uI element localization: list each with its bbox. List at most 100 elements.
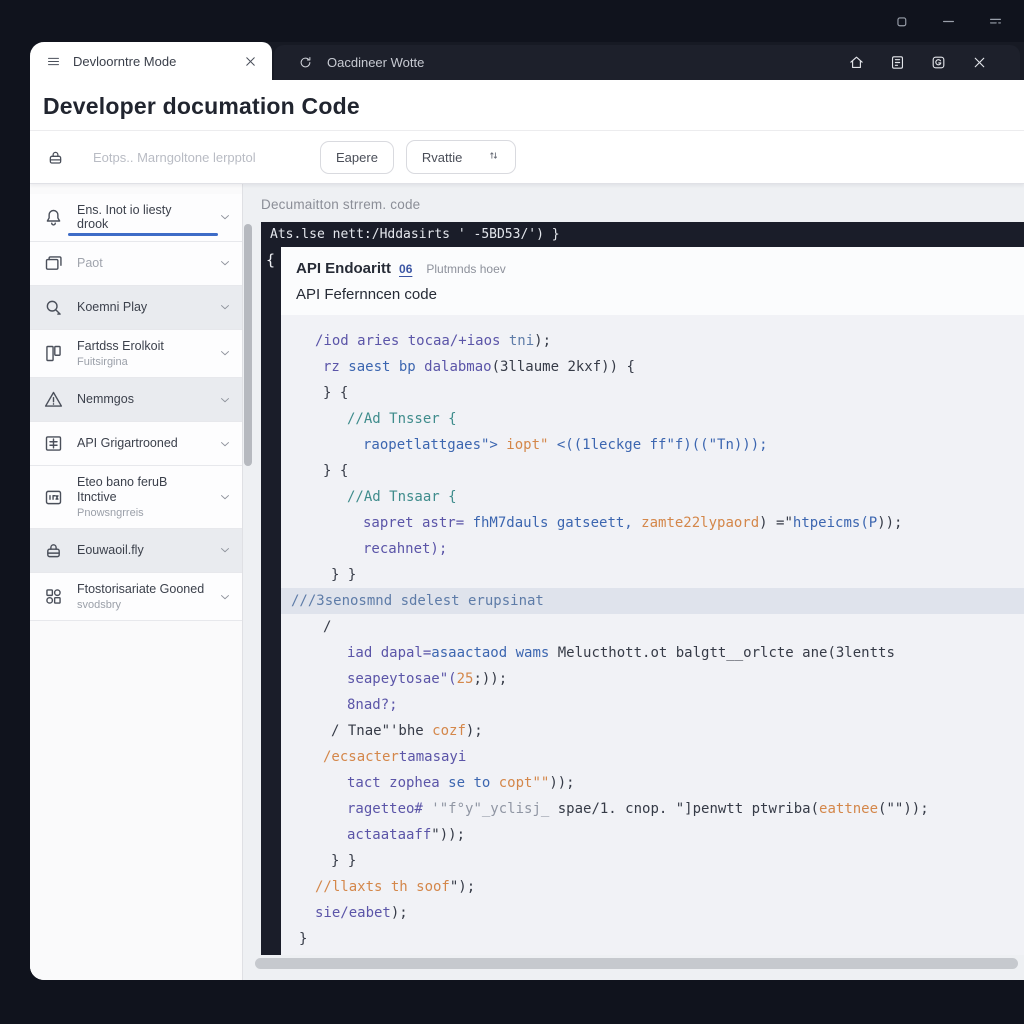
sidebar-item-sublabel: Pnowsngrreis xyxy=(77,507,205,519)
bell-icon xyxy=(43,207,64,228)
code-card-header: API Endoaritt 06 Plutmnds hoev API Fefer… xyxy=(281,247,1024,315)
app-window: Devloorntre Mode Oacdineer Wotte Develop… xyxy=(30,42,1024,980)
code-line: } { xyxy=(281,380,1024,406)
endpoint-title: API Endoaritt xyxy=(296,260,391,277)
chevron-down-icon[interactable] xyxy=(218,300,232,314)
code-line: actaataaff")); xyxy=(281,822,1024,848)
sidebar-item[interactable]: Ens. Inot io liesty drook xyxy=(30,194,242,242)
minimize-icon[interactable] xyxy=(940,13,957,30)
code-line: 8nad?; xyxy=(281,692,1024,718)
export-button[interactable]: Eapere xyxy=(320,141,394,174)
lock-icon xyxy=(43,540,64,561)
search-icon xyxy=(43,297,64,318)
sidebar-item-sublabel: Fuitsirgina xyxy=(77,356,164,368)
window-menu-icon[interactable] xyxy=(987,13,1004,30)
sidebar-item-label: Eouwaoil.fly xyxy=(77,543,144,557)
code-body[interactable]: /iod aries tocaa/+iaos tni);rz saest bp … xyxy=(281,315,1024,955)
endpoint-line: API Endoaritt 06 Plutmnds hoev xyxy=(296,260,1024,277)
code-line: / xyxy=(281,614,1024,640)
code-line: ragetteo# '"f°y"_yclisj_ spae/1. cnop. "… xyxy=(281,796,1024,822)
tab-close-icon[interactable] xyxy=(243,54,258,69)
tab-active[interactable]: Devloorntre Mode xyxy=(30,42,272,80)
code-line: /ecsactertamasayi xyxy=(281,744,1024,770)
layers-icon xyxy=(43,253,64,274)
code-line: } } xyxy=(281,562,1024,588)
code-line: / Tnae"'bhe cozf); xyxy=(281,718,1024,744)
content-area: Ens. Inot io liesty drook Paot Koemni Play… xyxy=(30,184,1024,980)
endpoint-badge-link[interactable]: 06 xyxy=(399,262,418,276)
squares-icon xyxy=(43,586,64,607)
tab-bar: Devloorntre Mode Oacdineer Wotte xyxy=(30,42,1024,80)
code-line: /iod aries tocaa/+iaos tni); xyxy=(281,328,1024,354)
code-line: tact zophea se to copt"")); xyxy=(281,770,1024,796)
g-extension-icon[interactable] xyxy=(930,54,947,71)
sidebar-item-sublabel: svodsbry xyxy=(77,599,204,611)
chevron-down-icon[interactable] xyxy=(218,543,232,557)
code-path-bar: Ats.lse nett:/Hddasirts ' -5BD53/') } xyxy=(261,222,1024,247)
boxes-icon xyxy=(43,343,64,364)
panel-icon[interactable] xyxy=(889,54,906,71)
code-line: //llaxts th soof"); xyxy=(281,874,1024,900)
tabbar-actions xyxy=(848,54,1006,71)
chevron-down-icon[interactable] xyxy=(218,437,232,451)
section-title: Decumaitton strrem. code xyxy=(261,197,1024,212)
window-titlebar xyxy=(0,0,1024,42)
sidebar-item-label: Ftostorisariate Gooned xyxy=(77,582,204,596)
chevron-down-icon[interactable] xyxy=(218,590,232,604)
sidebar-item[interactable]: API Grigartrooned xyxy=(30,422,242,466)
sidebar-item-label: Eteo bano feruB Itnctive xyxy=(77,475,205,504)
hamburger-menu-icon[interactable] xyxy=(46,54,61,69)
sidebar-item[interactable]: Paot xyxy=(30,242,242,286)
code-line: sie/eabet); xyxy=(281,900,1024,926)
chevron-down-icon[interactable] xyxy=(218,256,232,270)
code-line: iad dapal=asaactaod wams Melucthott.ot b… xyxy=(281,640,1024,666)
code-line: seapeytosae"(25;)); xyxy=(281,666,1024,692)
restore-window-icon[interactable] xyxy=(893,13,910,30)
code-line: rz saest bp dalabmao(3llaume 2kxf)) { xyxy=(281,354,1024,380)
sidebar-item[interactable]: Eouwaoil.fly xyxy=(30,529,242,573)
lock-icon xyxy=(46,148,65,167)
endpoint-note: Plutmnds hoev xyxy=(426,262,505,276)
reload-icon[interactable] xyxy=(298,55,313,70)
code-line: } { xyxy=(281,458,1024,484)
main-panel: Decumaitton strrem. code Ats.lse nett:/H… xyxy=(243,184,1024,980)
code-line: ///3senosmnd sdelest erupsinat xyxy=(281,588,1024,614)
sidebar-item-label: API Grigartrooned xyxy=(77,436,178,450)
code-line: } } xyxy=(281,848,1024,874)
page-header: Developer documation Code xyxy=(30,80,1024,131)
tab-inactive[interactable]: Oacdineer Wotte xyxy=(274,45,1020,80)
chevron-down-icon[interactable] xyxy=(218,393,232,407)
code-line: sapret astr= fhM7dauls gatseett, zamte22… xyxy=(281,510,1024,536)
warning-icon xyxy=(43,389,64,410)
chevron-down-icon[interactable] xyxy=(218,490,232,504)
code-card: API Endoaritt 06 Plutmnds hoev API Fefer… xyxy=(281,247,1024,955)
sidebar-item-label: Ens. Inot io liesty drook xyxy=(77,203,205,232)
sidebar-item-label: Nemmgos xyxy=(77,392,134,406)
badge-icon xyxy=(43,487,64,508)
search-input[interactable] xyxy=(93,150,308,165)
sidebar-item-label: Paot xyxy=(77,256,103,270)
sidebar-item[interactable]: Koemni Play xyxy=(30,286,242,330)
sidebar-item[interactable]: Eteo bano feruB Itnctive Pnowsngrreis xyxy=(30,466,242,529)
chevron-down-icon[interactable] xyxy=(218,210,232,224)
home-icon[interactable] xyxy=(848,54,865,71)
code-block: Ats.lse nett:/Hddasirts ' -5BD53/') } { … xyxy=(261,222,1024,955)
chevron-down-icon[interactable] xyxy=(218,346,232,360)
grid-icon xyxy=(43,433,64,454)
code-line: //Ad Tnsaar { xyxy=(281,484,1024,510)
toolbar: Eapere Rvattie xyxy=(30,131,1024,184)
sort-updown-icon xyxy=(487,149,500,165)
page-title: Developer documation Code xyxy=(43,93,1024,120)
sidebar-item[interactable]: Nemmgos xyxy=(30,378,242,422)
horizontal-scrollbar[interactable] xyxy=(255,958,1018,969)
code-line: recahnet); xyxy=(281,536,1024,562)
sidebar-item[interactable]: Ftostorisariate Gooned svodsbry xyxy=(30,573,242,621)
filter-dropdown[interactable]: Rvattie xyxy=(406,140,516,174)
code-line: } xyxy=(281,926,1024,952)
code-line: //Ad Tnsser { xyxy=(281,406,1024,432)
close-icon[interactable] xyxy=(971,54,988,71)
sidebar-item[interactable]: Fartdss ErolkoitFuitsirgina xyxy=(30,330,242,378)
reference-title: API Fefernncen code xyxy=(296,286,1024,303)
code-line: raopetlattgaes"> iopt" <((1leckge ff"f)(… xyxy=(281,432,1024,458)
open-brace: { xyxy=(266,251,275,269)
